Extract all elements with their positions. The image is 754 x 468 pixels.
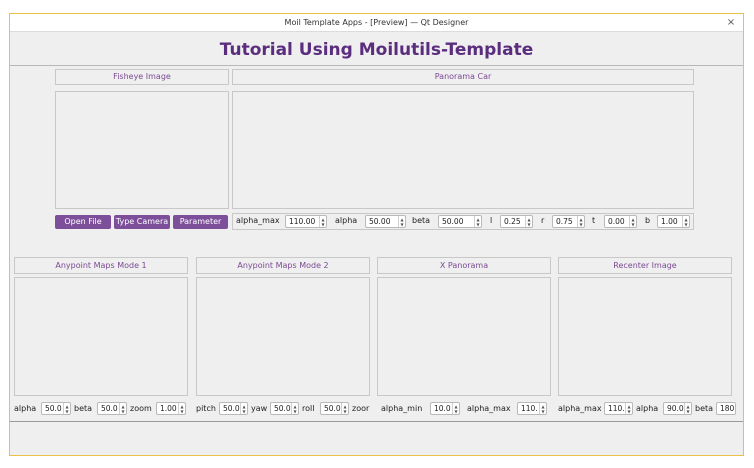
mode2-yaw-spinbox[interactable]: 50.0 ▲ ▼	[270, 402, 299, 415]
anypoint-mode2-label: Anypoint Maps Mode 2	[196, 257, 370, 274]
alpha-max-label: alpha_max	[236, 216, 280, 225]
panorama-car-view	[232, 91, 694, 209]
app-window: Moil Template Apps - [Preview] — Qt Desi…	[9, 13, 744, 456]
xpano-alpha-max-spinbox[interactable]: 110. ▲ ▼	[517, 402, 547, 415]
r-label: r	[541, 216, 545, 225]
beta-spinbox[interactable]: 50.00 ▲ ▼	[438, 215, 482, 228]
anypoint-mode1-view	[14, 277, 188, 396]
mode1-zoom-label: zoom	[130, 404, 152, 413]
alpha-max-spinbox[interactable]: 110.00 ▲ ▼	[285, 215, 327, 228]
status-bar	[10, 423, 743, 455]
b-spinbox[interactable]: 1.00 ▲ ▼	[657, 215, 690, 228]
spin-down-icon[interactable]: ▼	[684, 222, 687, 227]
spin-down-icon[interactable]: ▼	[400, 222, 403, 227]
app-title: Tutorial Using Moilutils-Template	[219, 40, 534, 60]
fisheye-image-label: Fisheye Image	[55, 69, 229, 85]
type-camera-button[interactable]: Type Camera	[114, 215, 170, 229]
l-label: l	[490, 216, 493, 225]
mode1-zoom-spinbox[interactable]: 1.00 ▲ ▼	[156, 402, 186, 415]
l-spinbox[interactable]: 0.25 ▲ ▼	[500, 215, 533, 228]
spin-down-icon[interactable]: ▼	[242, 409, 245, 414]
close-icon[interactable]: ×	[725, 14, 737, 32]
recenter-alpha-label: alpha	[636, 404, 659, 413]
anypoint-mode2-view	[196, 277, 370, 396]
recenter-alpha-max-label: alpha_max	[558, 404, 602, 413]
t-spinbox[interactable]: 0.00 ▲ ▼	[604, 215, 637, 228]
alpha-spinbox[interactable]: 50.00 ▲ ▼	[365, 215, 406, 228]
recenter-image-label: Recenter Image	[558, 257, 732, 274]
title-divider	[10, 65, 743, 66]
open-file-button[interactable]: Open File	[55, 215, 111, 229]
xpano-alpha-max-label: alpha_max	[467, 404, 511, 413]
recenter-alpha-max-spinbox[interactable]: 110. ▲ ▼	[604, 402, 633, 415]
recenter-beta-label: beta	[695, 404, 714, 413]
mode1-beta-label: beta	[74, 404, 93, 413]
spin-down-icon[interactable]: ▼	[527, 222, 530, 227]
b-label: b	[645, 216, 651, 225]
spin-down-icon[interactable]: ▼	[321, 222, 324, 227]
spin-down-icon[interactable]: ▼	[293, 409, 296, 414]
fisheye-image-view	[55, 91, 229, 209]
spin-down-icon[interactable]: ▼	[579, 222, 582, 227]
spin-down-icon[interactable]: ▼	[627, 409, 630, 414]
mode2-pitch-label: pitch	[196, 404, 216, 413]
parameter-button[interactable]: Parameter	[173, 215, 228, 229]
t-label: t	[592, 216, 596, 225]
mode1-beta-spinbox[interactable]: 50.0 ▲ ▼	[97, 402, 127, 415]
x-panorama-label: X Panorama	[377, 257, 551, 274]
status-divider	[10, 421, 743, 422]
mode1-alpha-spinbox[interactable]: 50.0 ▲ ▼	[41, 402, 71, 415]
window-title: Moil Template Apps - [Preview] — Qt Desi…	[284, 18, 469, 27]
beta-label: beta	[412, 216, 431, 225]
alpha-label: alpha	[335, 216, 358, 225]
recenter-image-view	[558, 277, 732, 396]
spin-down-icon[interactable]: ▼	[476, 222, 479, 227]
spin-down-icon[interactable]: ▼	[180, 409, 183, 414]
recenter-alpha-spinbox[interactable]: 90.0 ▲ ▼	[663, 402, 692, 415]
recenter-beta-spinbox[interactable]: 180	[716, 402, 736, 415]
xpano-alpha-min-spinbox[interactable]: 10.0 ▲ ▼	[430, 402, 460, 415]
mode2-zoom-label: zoor	[352, 404, 370, 413]
spin-down-icon[interactable]: ▼	[686, 409, 689, 414]
spin-down-icon[interactable]: ▼	[65, 409, 68, 414]
spin-down-icon[interactable]: ▼	[454, 409, 457, 414]
window-titlebar: Moil Template Apps - [Preview] — Qt Desi…	[10, 14, 743, 32]
spin-down-icon[interactable]: ▼	[343, 409, 346, 414]
mode2-roll-spinbox[interactable]: 50.0 ▲ ▼	[320, 402, 349, 415]
panorama-car-label: Panorama Car	[232, 69, 694, 85]
spin-down-icon[interactable]: ▼	[631, 222, 634, 227]
r-spinbox[interactable]: 0.75 ▲ ▼	[552, 215, 585, 228]
x-panorama-view	[377, 277, 551, 396]
xpano-alpha-min-label: alpha_min	[381, 404, 423, 413]
mode1-alpha-label: alpha	[14, 404, 37, 413]
mode2-pitch-spinbox[interactable]: 50.0 ▲ ▼	[219, 402, 248, 415]
anypoint-mode1-label: Anypoint Maps Mode 1	[14, 257, 188, 274]
mode2-yaw-label: yaw	[251, 404, 268, 413]
mode2-roll-label: roll	[302, 404, 315, 413]
spin-down-icon[interactable]: ▼	[121, 409, 124, 414]
spin-down-icon[interactable]: ▼	[541, 409, 544, 414]
